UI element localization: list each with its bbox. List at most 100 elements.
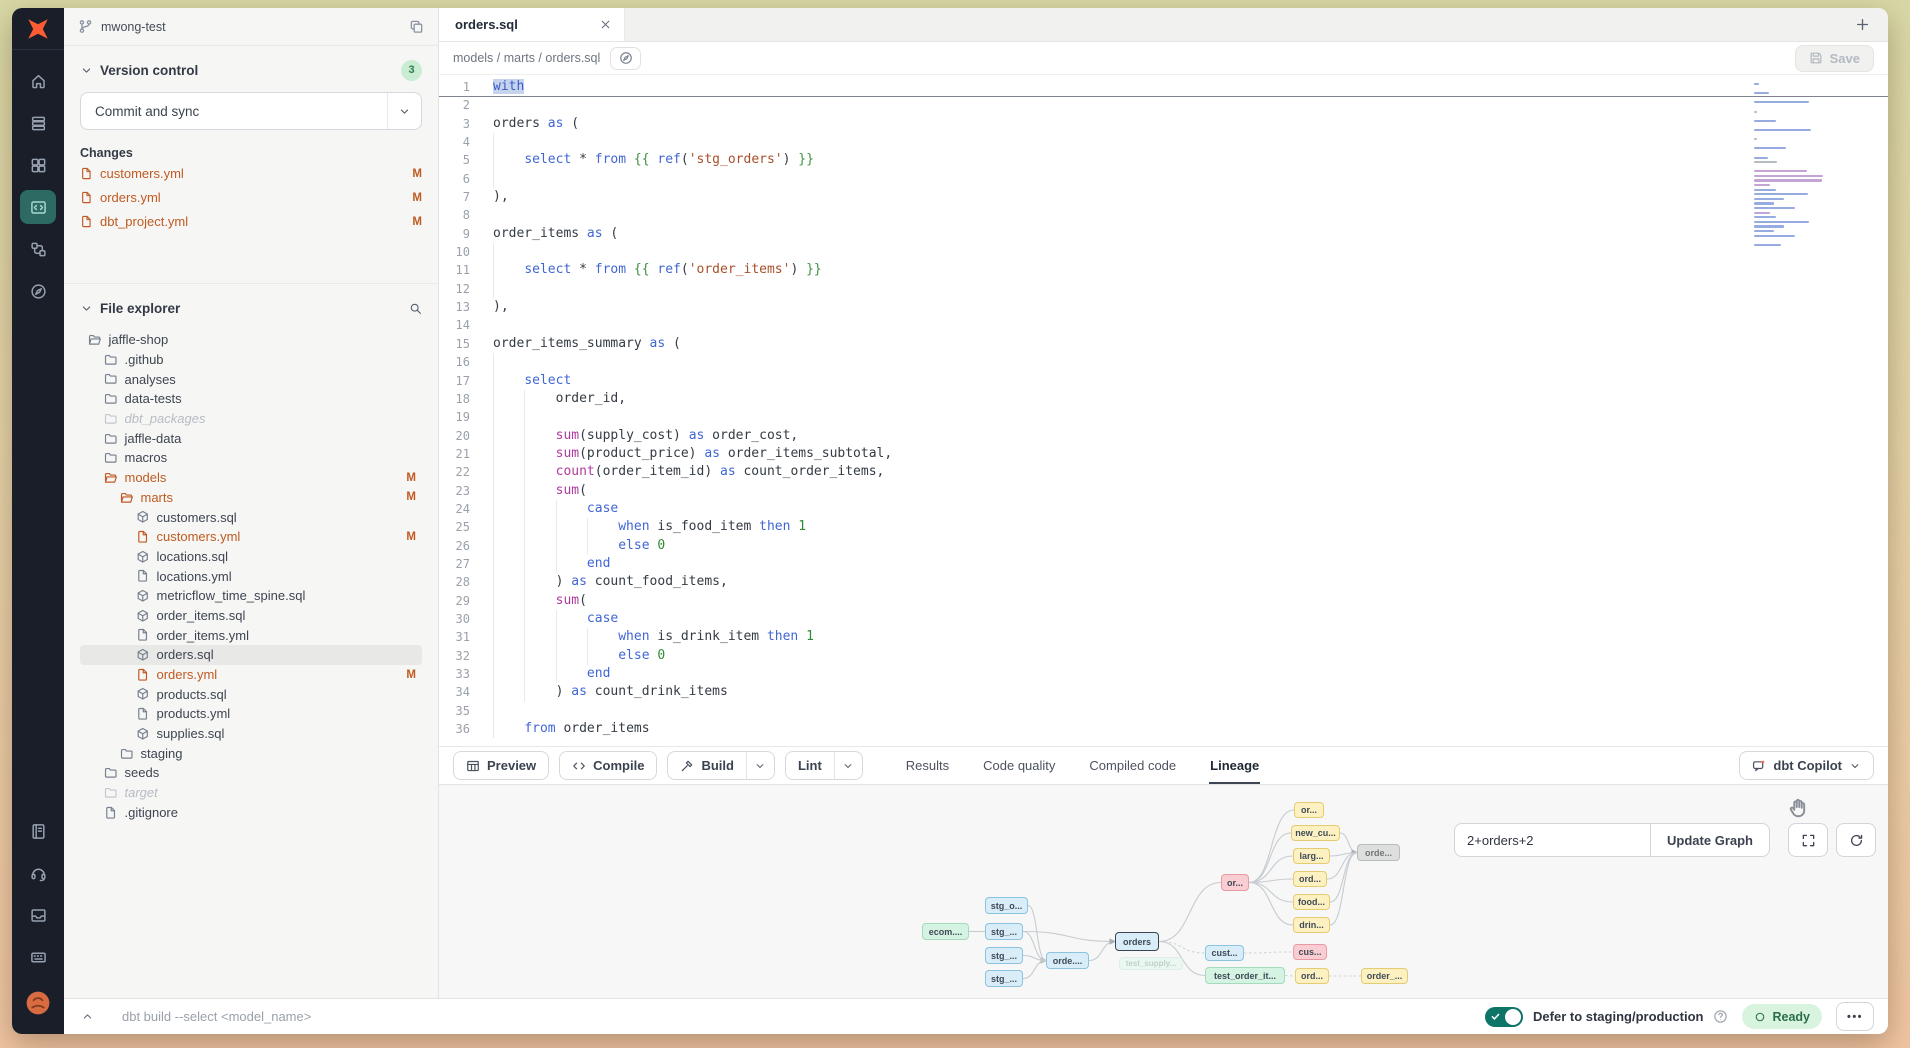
lineage-node-stg2[interactable]: stg_...	[985, 923, 1023, 940]
changed-file[interactable]: orders.ymlM	[80, 187, 422, 208]
tree-item-data-tests[interactable]: data-tests	[80, 389, 422, 409]
tree-item-models[interactable]: modelsM	[80, 468, 422, 488]
tree-item-marts[interactable]: martsM	[80, 488, 422, 508]
action-compile-button[interactable]: Compile	[559, 751, 657, 780]
command-input[interactable]: dbt build --select <model_name>	[122, 1009, 311, 1024]
editor-tab-orders-sql[interactable]: orders.sql	[439, 8, 625, 41]
indent-guide	[524, 427, 525, 445]
rail-item-keyboard[interactable]	[20, 940, 56, 974]
tree-item-jaffle-data[interactable]: jaffle-data	[80, 428, 422, 448]
fullscreen-button[interactable]	[1788, 823, 1828, 857]
indent-guide	[493, 518, 494, 536]
changed-file[interactable]: customers.ymlM	[80, 163, 422, 184]
action-lint-button[interactable]: Lint	[785, 751, 863, 780]
tree-item-metricflow-time-spine-sql[interactable]: metricflow_time_spine.sql	[80, 586, 422, 606]
lineage-node-y4[interactable]: ord...	[1293, 871, 1327, 887]
expand-command-bar-button[interactable]	[72, 1002, 102, 1032]
lineage-node-stg4[interactable]: stg_...	[985, 970, 1023, 987]
tab-compiled-code[interactable]: Compiled code	[1088, 747, 1177, 784]
lineage-filter-input[interactable]	[1454, 823, 1650, 857]
tree-item-seeds[interactable]: seeds	[80, 763, 422, 783]
tab-code-quality[interactable]: Code quality	[982, 747, 1056, 784]
tree-item-order-items-sql[interactable]: order_items.sql	[80, 606, 422, 626]
rail-item-ide[interactable]	[20, 190, 56, 224]
search-icon[interactable]	[409, 302, 422, 315]
lineage-node-cust[interactable]: cust...	[1205, 945, 1244, 961]
lineage-node-y2[interactable]: new_cu...	[1291, 825, 1340, 841]
lineage-node-y6[interactable]: drin...	[1293, 917, 1330, 933]
lineage-node-y5[interactable]: food...	[1293, 894, 1330, 910]
tree-item-products-yml[interactable]: products.yml	[80, 704, 422, 724]
lineage-node-cpink[interactable]: cus...	[1293, 944, 1327, 960]
tree-item-dbt-packages[interactable]: dbt_packages	[80, 409, 422, 429]
lineage-node-tsup[interactable]: test_supply...	[1119, 957, 1183, 970]
rail-item-inbox[interactable]	[20, 898, 56, 932]
tree-item-staging[interactable]: staging	[80, 743, 422, 763]
save-button[interactable]: Save	[1795, 45, 1874, 72]
chevron-down-icon[interactable]	[80, 64, 93, 77]
rail-item-stack[interactable]	[20, 106, 56, 140]
tree-item-jaffle-shop[interactable]: jaffle-shop	[80, 330, 422, 350]
tree-item-order-items-yml[interactable]: order_items.yml	[80, 625, 422, 645]
tree-item-target[interactable]: target	[80, 783, 422, 803]
tab-results[interactable]: Results	[905, 747, 950, 784]
tree-item-customers-sql[interactable]: customers.sql	[80, 507, 422, 527]
tree-item-products-sql[interactable]: products.sql	[80, 684, 422, 704]
tree-item-github[interactable]: .github	[80, 350, 422, 370]
tree-item-locations-yml[interactable]: locations.yml	[80, 566, 422, 586]
more-options-button[interactable]: •••	[1836, 1002, 1874, 1031]
tree-item-gitignore[interactable]: .gitignore	[80, 803, 422, 823]
lineage-node-ecom[interactable]: ecom....	[922, 923, 969, 940]
open-lineage-compass-button[interactable]	[610, 47, 641, 70]
copy-icon[interactable]	[409, 19, 424, 34]
action-preview-button[interactable]: Preview	[453, 751, 549, 780]
tree-item-orders-yml[interactable]: orders.ymlM	[80, 665, 422, 685]
editor-minimap[interactable]	[1754, 83, 1840, 248]
action-build-options[interactable]	[747, 752, 774, 779]
rail-item-branch-boxes[interactable]	[20, 232, 56, 266]
help-icon[interactable]	[1713, 1009, 1728, 1024]
action-build-button[interactable]: Build	[667, 751, 775, 780]
changed-file[interactable]: dbt_project.ymlM	[80, 211, 422, 232]
indent-guide	[524, 537, 525, 555]
refresh-button[interactable]	[1836, 823, 1876, 857]
tree-item-locations-sql[interactable]: locations.sql	[80, 547, 422, 567]
lineage-node-orde1[interactable]: orde....	[1046, 952, 1089, 969]
rail-item-grid[interactable]	[20, 148, 56, 182]
close-tab-icon[interactable]	[599, 18, 612, 31]
commit-options-chevron[interactable]	[387, 93, 421, 129]
tree-item-supplies-sql[interactable]: supplies.sql	[80, 724, 422, 744]
rail-item-compass[interactable]	[20, 274, 56, 308]
code-text	[485, 96, 1888, 114]
update-graph-button[interactable]: Update Graph	[1650, 823, 1770, 857]
line-number: 28	[439, 573, 485, 591]
defer-toggle[interactable]	[1485, 1007, 1523, 1027]
avatar[interactable]	[20, 986, 56, 1020]
lineage-node-orders[interactable]: orders	[1115, 932, 1159, 951]
new-tab-button[interactable]	[1855, 17, 1870, 32]
dbt-copilot-button[interactable]: dbt Copilot	[1739, 751, 1874, 780]
lineage-node-hub[interactable]: or...	[1221, 874, 1249, 891]
lineage-node-stg3[interactable]: stg_...	[985, 947, 1023, 964]
tree-item-orders-sql[interactable]: orders.sql	[80, 645, 422, 665]
rail-item-headset[interactable]	[20, 856, 56, 890]
lineage-node-y3[interactable]: larg...	[1293, 848, 1330, 864]
lineage-node-torder[interactable]: test_order_it...	[1205, 967, 1285, 984]
rail-item-notebook[interactable]	[20, 814, 56, 848]
tree-item-analyses[interactable]: analyses	[80, 369, 422, 389]
tree-item-customers-yml[interactable]: customers.ymlM	[80, 527, 422, 547]
indent-guide	[556, 518, 557, 536]
lineage-node-y1[interactable]: or...	[1294, 802, 1324, 818]
code-editor[interactable]: 1with23orders as (45 select * from {{ re…	[439, 75, 1888, 746]
tab-lineage[interactable]: Lineage	[1209, 747, 1260, 784]
lineage-node-gorde[interactable]: orde...	[1357, 844, 1400, 861]
commit-and-sync-button[interactable]: Commit and sync	[80, 92, 422, 130]
lineage-panel[interactable]: ecom....stg_o...stg_...stg_...stg_...ord…	[439, 784, 1888, 998]
lineage-node-y7[interactable]: ord...	[1295, 968, 1329, 984]
action-lint-options[interactable]	[835, 752, 862, 779]
chevron-down-icon[interactable]	[80, 302, 93, 315]
lineage-node-stg1[interactable]: stg_o...	[985, 897, 1028, 914]
lineage-node-y8[interactable]: order_...	[1361, 968, 1408, 984]
rail-item-home[interactable]	[20, 64, 56, 98]
tree-item-macros[interactable]: macros	[80, 448, 422, 468]
